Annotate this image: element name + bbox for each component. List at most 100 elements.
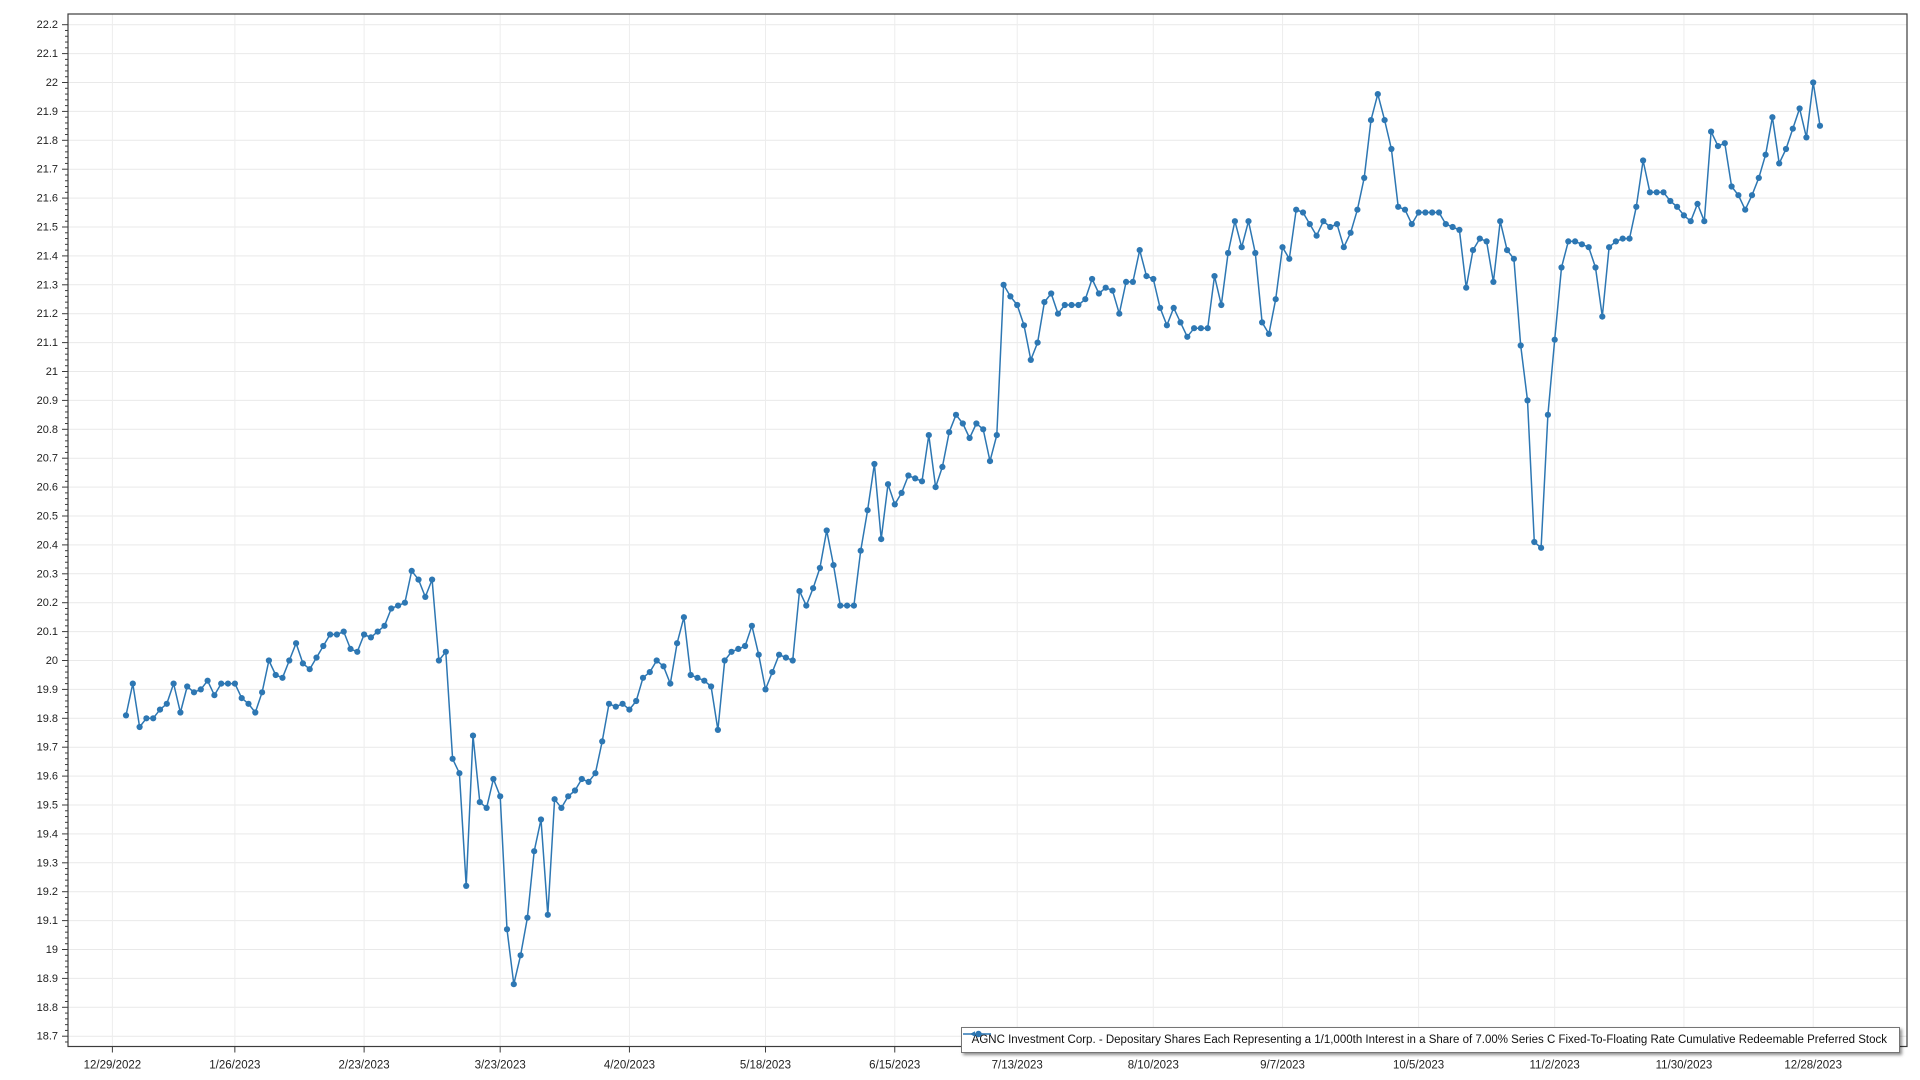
data-point[interactable] bbox=[694, 675, 700, 681]
data-point[interactable] bbox=[640, 675, 646, 681]
data-point[interactable] bbox=[1429, 209, 1435, 215]
data-point[interactable] bbox=[871, 461, 877, 467]
data-point[interactable] bbox=[762, 686, 768, 692]
data-point[interactable] bbox=[973, 420, 979, 426]
data-point[interactable] bbox=[1402, 207, 1408, 213]
data-point[interactable] bbox=[803, 603, 809, 609]
data-point[interactable] bbox=[177, 709, 183, 715]
data-point[interactable] bbox=[1660, 189, 1666, 195]
data-point[interactable] bbox=[123, 712, 129, 718]
data-point[interactable] bbox=[939, 464, 945, 470]
data-point[interactable] bbox=[1790, 126, 1796, 132]
data-point[interactable] bbox=[899, 490, 905, 496]
data-point[interactable] bbox=[1497, 218, 1503, 224]
data-point[interactable] bbox=[354, 649, 360, 655]
data-point[interactable] bbox=[735, 646, 741, 652]
data-point[interactable] bbox=[552, 796, 558, 802]
data-point[interactable] bbox=[654, 657, 660, 663]
data-point[interactable] bbox=[1055, 311, 1061, 317]
data-point[interactable] bbox=[790, 657, 796, 663]
data-point[interactable] bbox=[347, 646, 353, 652]
data-point[interactable] bbox=[769, 669, 775, 675]
data-point[interactable] bbox=[395, 603, 401, 609]
data-point[interactable] bbox=[783, 655, 789, 661]
data-point[interactable] bbox=[1123, 279, 1129, 285]
data-point[interactable] bbox=[198, 686, 204, 692]
data-point[interactable] bbox=[232, 681, 238, 687]
data-point[interactable] bbox=[885, 481, 891, 487]
data-point[interactable] bbox=[1504, 247, 1510, 253]
data-point[interactable] bbox=[1810, 79, 1816, 85]
data-point[interactable] bbox=[409, 568, 415, 574]
data-point[interactable] bbox=[1729, 183, 1735, 189]
data-point[interactable] bbox=[701, 678, 707, 684]
data-point[interactable] bbox=[259, 689, 265, 695]
data-point[interactable] bbox=[837, 603, 843, 609]
data-point[interactable] bbox=[1062, 302, 1068, 308]
data-point[interactable] bbox=[1701, 218, 1707, 224]
data-point[interactable] bbox=[1763, 152, 1769, 158]
data-point[interactable] bbox=[905, 472, 911, 478]
data-point[interactable] bbox=[1776, 160, 1782, 166]
data-point[interactable] bbox=[1361, 175, 1367, 181]
data-point[interactable] bbox=[1375, 91, 1381, 97]
data-point[interactable] bbox=[1422, 209, 1428, 215]
data-point[interactable] bbox=[1688, 218, 1694, 224]
data-point[interactable] bbox=[1205, 325, 1211, 331]
data-point[interactable] bbox=[558, 805, 564, 811]
data-point[interactable] bbox=[1490, 279, 1496, 285]
data-point[interactable] bbox=[361, 631, 367, 637]
data-point[interactable] bbox=[824, 527, 830, 533]
data-point[interactable] bbox=[1273, 296, 1279, 302]
data-point[interactable] bbox=[1211, 273, 1217, 279]
data-point[interactable] bbox=[565, 793, 571, 799]
data-point[interactable] bbox=[606, 701, 612, 707]
data-point[interactable] bbox=[1137, 247, 1143, 253]
data-point[interactable] bbox=[586, 779, 592, 785]
data-point[interactable] bbox=[647, 669, 653, 675]
data-point[interactable] bbox=[450, 756, 456, 762]
data-point[interactable] bbox=[266, 657, 272, 663]
data-point[interactable] bbox=[1613, 238, 1619, 244]
data-point[interactable] bbox=[531, 848, 537, 854]
data-point[interactable] bbox=[313, 655, 319, 661]
data-point[interactable] bbox=[1524, 397, 1530, 403]
data-point[interactable] bbox=[1320, 218, 1326, 224]
data-point[interactable] bbox=[1218, 302, 1224, 308]
data-point[interactable] bbox=[660, 663, 666, 669]
data-point[interactable] bbox=[1708, 129, 1714, 135]
data-point[interactable] bbox=[484, 805, 490, 811]
data-point[interactable] bbox=[688, 672, 694, 678]
data-point[interactable] bbox=[987, 458, 993, 464]
data-point[interactable] bbox=[933, 484, 939, 490]
data-point[interactable] bbox=[1572, 238, 1578, 244]
data-point[interactable] bbox=[1599, 314, 1605, 320]
legend[interactable]: AGNC Investment Corp. - Depositary Share… bbox=[961, 1027, 1900, 1053]
data-point[interactable] bbox=[960, 420, 966, 426]
data-point[interactable] bbox=[1103, 285, 1109, 291]
data-point[interactable] bbox=[490, 776, 496, 782]
data-point[interactable] bbox=[1756, 175, 1762, 181]
data-point[interactable] bbox=[1130, 279, 1136, 285]
data-point[interactable] bbox=[851, 603, 857, 609]
data-point[interactable] bbox=[171, 681, 177, 687]
data-point[interactable] bbox=[1239, 244, 1245, 250]
data-point[interactable] bbox=[1075, 302, 1081, 308]
data-point[interactable] bbox=[381, 623, 387, 629]
data-point[interactable] bbox=[953, 412, 959, 418]
data-point[interactable] bbox=[143, 715, 149, 721]
data-point[interactable] bbox=[1069, 302, 1075, 308]
data-point[interactable] bbox=[1803, 134, 1809, 140]
data-point[interactable] bbox=[1416, 209, 1422, 215]
data-point[interactable] bbox=[245, 701, 251, 707]
data-point[interactable] bbox=[892, 501, 898, 507]
data-point[interactable] bbox=[456, 770, 462, 776]
data-point[interactable] bbox=[1470, 247, 1476, 253]
data-point[interactable] bbox=[1116, 311, 1122, 317]
data-point[interactable] bbox=[327, 631, 333, 637]
data-point[interactable] bbox=[1647, 189, 1653, 195]
data-point[interactable] bbox=[1436, 209, 1442, 215]
data-point[interactable] bbox=[1184, 334, 1190, 340]
data-point[interactable] bbox=[415, 577, 421, 583]
data-point[interactable] bbox=[341, 629, 347, 635]
